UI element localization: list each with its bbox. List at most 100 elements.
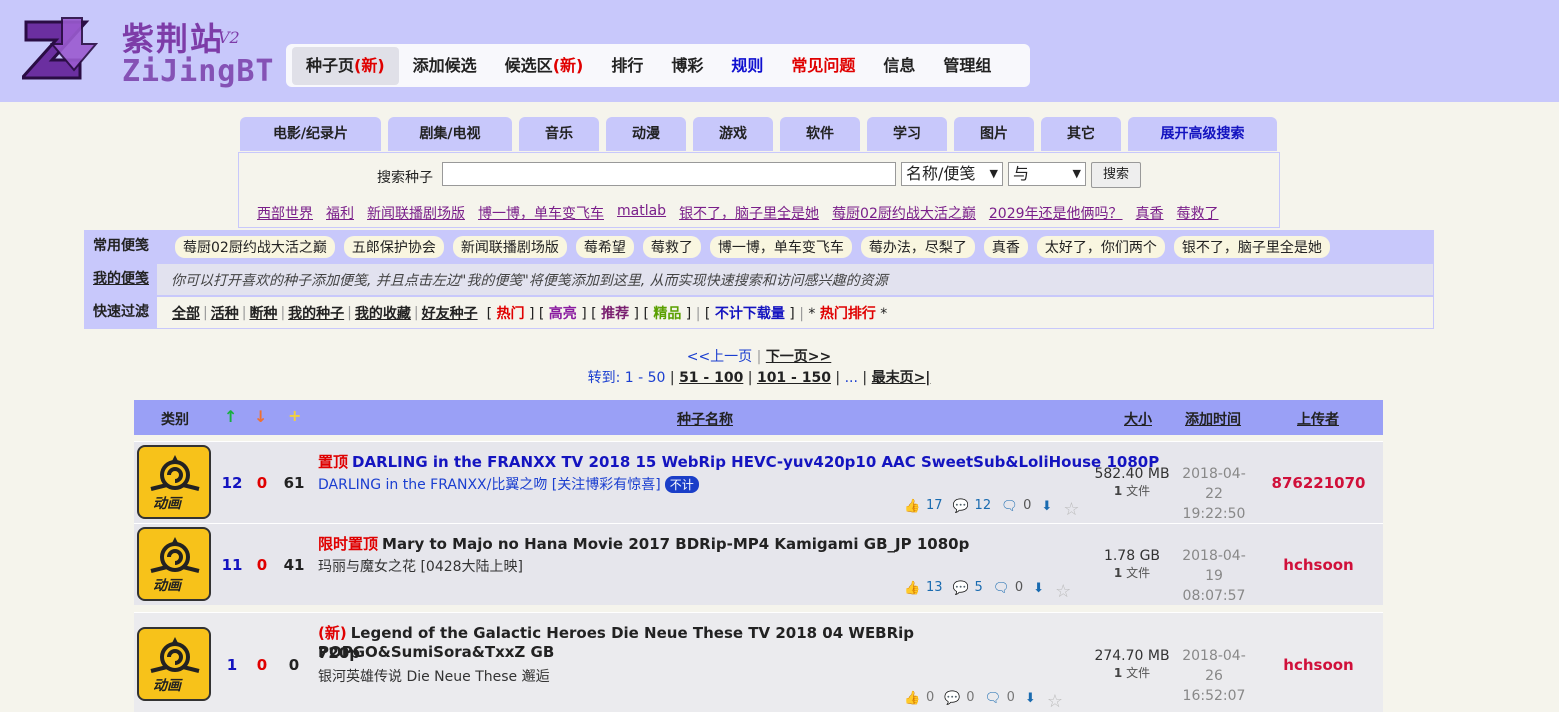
col-added[interactable]: 添加时间: [1185, 409, 1241, 429]
cat-other[interactable]: 其它: [1041, 117, 1121, 151]
bookmark-pill[interactable]: 莓办法，尽梨了: [860, 235, 975, 258]
bookmark-pill[interactable]: 博一博，单车变飞车: [709, 235, 852, 258]
hotword-link[interactable]: 莓救了: [1177, 203, 1219, 223]
hotword-link[interactable]: matlab: [617, 203, 666, 223]
nav-candidates[interactable]: 候选区(新): [491, 47, 598, 85]
cat-movie[interactable]: 电影/纪录片: [240, 117, 381, 151]
bookmark-pill[interactable]: 莓救了: [642, 235, 701, 258]
cat-study[interactable]: 学习: [867, 117, 947, 151]
hotword-link[interactable]: 银不了，脑子里全是她: [679, 203, 819, 223]
seeders-sort-icon[interactable]: ↑: [224, 407, 237, 426]
cat-series[interactable]: 剧集/电视: [388, 117, 512, 151]
completed-count[interactable]: 0: [279, 656, 309, 674]
anime-category-icon[interactable]: 动画: [137, 627, 211, 701]
completed-sort-icon[interactable]: +: [288, 406, 301, 425]
nav-staff[interactable]: 管理组: [929, 47, 1005, 85]
chat-icon[interactable]: 🗨: [985, 691, 1003, 706]
search-field-select[interactable]: 名称/便笺 ▼: [901, 162, 1003, 186]
table-row[interactable]: 动画 12 0 61 置顶 DARLING in the FRANXX TV 20…: [134, 441, 1383, 523]
cat-images[interactable]: 图片: [954, 117, 1034, 151]
col-name[interactable]: 种子名称: [677, 409, 733, 429]
star-icon[interactable]: ☆: [1047, 691, 1065, 712]
filter-alive[interactable]: 活种: [211, 303, 239, 323]
completed-count[interactable]: 61: [279, 474, 309, 492]
seeders-count[interactable]: 12: [217, 474, 247, 492]
prev-page-link[interactable]: <<上一页: [687, 349, 752, 365]
page-3-link[interactable]: 101 - 150: [757, 370, 831, 386]
site-logo[interactable]: 紫荆站 V2 ZiJingBT: [22, 10, 274, 89]
bookmark-pill[interactable]: 五郎保护协会: [343, 235, 444, 258]
filter-favorites[interactable]: 我的收藏: [355, 303, 411, 323]
download-icon[interactable]: ⬇: [1033, 581, 1051, 596]
col-uploader[interactable]: 上传者: [1297, 409, 1339, 429]
search-button[interactable]: 搜索: [1091, 162, 1141, 188]
filter-dead[interactable]: 断种: [249, 303, 277, 323]
leechers-count[interactable]: 0: [247, 474, 277, 492]
leechers-count[interactable]: 0: [247, 656, 277, 674]
hotword-link[interactable]: 新闻联播剧场版: [367, 203, 465, 223]
thumbs-up-icon[interactable]: 👍: [904, 691, 922, 706]
advanced-search-toggle[interactable]: 展开高级搜索: [1128, 117, 1277, 151]
leechers-count[interactable]: 0: [247, 556, 277, 574]
uploader-link[interactable]: 876221070: [1254, 474, 1383, 492]
next-page-link[interactable]: 下一页>>: [766, 349, 831, 365]
page-more-link[interactable]: ...: [845, 370, 858, 386]
torrent-title[interactable]: 置顶 DARLING in the FRANXX TV 2018 15 WebRi…: [318, 451, 1159, 472]
seeders-count[interactable]: 11: [217, 556, 247, 574]
anime-category-icon[interactable]: 动画: [137, 445, 211, 519]
col-size[interactable]: 大小: [1124, 409, 1152, 429]
star-icon[interactable]: ☆: [1055, 581, 1073, 602]
my-bookmarks-link[interactable]: 我的便笺: [85, 264, 157, 295]
comment-icon[interactable]: 💬: [953, 581, 971, 596]
comment-icon[interactable]: 💬: [944, 691, 962, 706]
col-category[interactable]: 类别: [161, 409, 189, 429]
cat-games[interactable]: 游戏: [693, 117, 773, 151]
hotword-link[interactable]: 西部世界: [257, 203, 313, 223]
bookmark-pill[interactable]: 真香: [983, 235, 1028, 258]
download-icon[interactable]: ⬇: [1025, 691, 1043, 706]
last-page-link[interactable]: 最末页>|: [872, 370, 931, 386]
filter-hot[interactable]: 热门: [497, 306, 525, 322]
nav-ranking[interactable]: 排行: [597, 47, 657, 85]
filter-premium[interactable]: 精品: [653, 306, 681, 322]
hotword-link[interactable]: 博一博，单车变飞车: [478, 203, 604, 223]
completed-count[interactable]: 41: [279, 556, 309, 574]
uploader-link[interactable]: hchsoon: [1254, 556, 1383, 574]
anime-category-icon[interactable]: 动画: [137, 527, 211, 601]
hot-ranking-link[interactable]: 热门排行: [820, 306, 876, 322]
torrent-title[interactable]: 限时置顶 Mary to Majo no Hana Movie 2017 BDRi…: [318, 533, 969, 554]
torrent-title[interactable]: (新) Legend of the Galactic Heroes Die Neu…: [318, 622, 1088, 661]
leechers-sort-icon[interactable]: ↓: [254, 407, 267, 426]
thumbs-up-icon[interactable]: 👍: [904, 581, 922, 596]
hotword-link[interactable]: 2029年还是他俩吗？: [989, 203, 1123, 223]
page-2-link[interactable]: 51 - 100: [679, 370, 743, 386]
search-logic-select[interactable]: 与 ▼: [1008, 162, 1086, 186]
filter-freeleech[interactable]: 不计下载量: [715, 306, 785, 322]
table-row[interactable]: 动画 1 0 0 (新) Legend of the Galactic Heroe…: [134, 612, 1383, 712]
seeders-count[interactable]: 1: [217, 656, 247, 674]
filter-friends[interactable]: 好友种子: [422, 303, 478, 323]
nav-rules[interactable]: 规则: [717, 47, 777, 85]
filter-highlight[interactable]: 高亮: [549, 306, 577, 322]
cat-anime[interactable]: 动漫: [606, 117, 686, 151]
hotword-link[interactable]: 福利: [326, 203, 354, 223]
torrent-title-wrap[interactable]: 720p: [318, 644, 360, 662]
star-icon[interactable]: ☆: [1063, 499, 1081, 520]
hotword-link[interactable]: 莓厨02厨约战大活之巅: [832, 203, 976, 223]
filter-recommended[interactable]: 推荐: [601, 306, 629, 322]
filter-my-torrents[interactable]: 我的种子: [288, 303, 344, 323]
cat-music[interactable]: 音乐: [519, 117, 599, 151]
chat-icon[interactable]: 🗨: [993, 581, 1011, 596]
bookmark-pill[interactable]: 莓希望: [575, 235, 634, 258]
page-1-link[interactable]: 1 - 50: [625, 370, 666, 386]
table-row[interactable]: 动画 11 0 41 限时置顶 Mary to Majo no Hana Movi…: [134, 523, 1383, 605]
download-icon[interactable]: ⬇: [1041, 499, 1059, 514]
thumbs-up-icon[interactable]: 👍: [904, 499, 922, 514]
hotword-link[interactable]: 真香: [1136, 203, 1164, 223]
nav-info[interactable]: 信息: [869, 47, 929, 85]
bookmark-pill[interactable]: 银不了，脑子里全是她: [1173, 235, 1330, 258]
chat-icon[interactable]: 🗨: [1001, 499, 1019, 514]
filter-all[interactable]: 全部: [172, 303, 200, 323]
nav-torrents[interactable]: 种子页(新): [292, 46, 399, 85]
bookmark-pill[interactable]: 莓厨02厨约战大活之巅: [175, 235, 335, 258]
